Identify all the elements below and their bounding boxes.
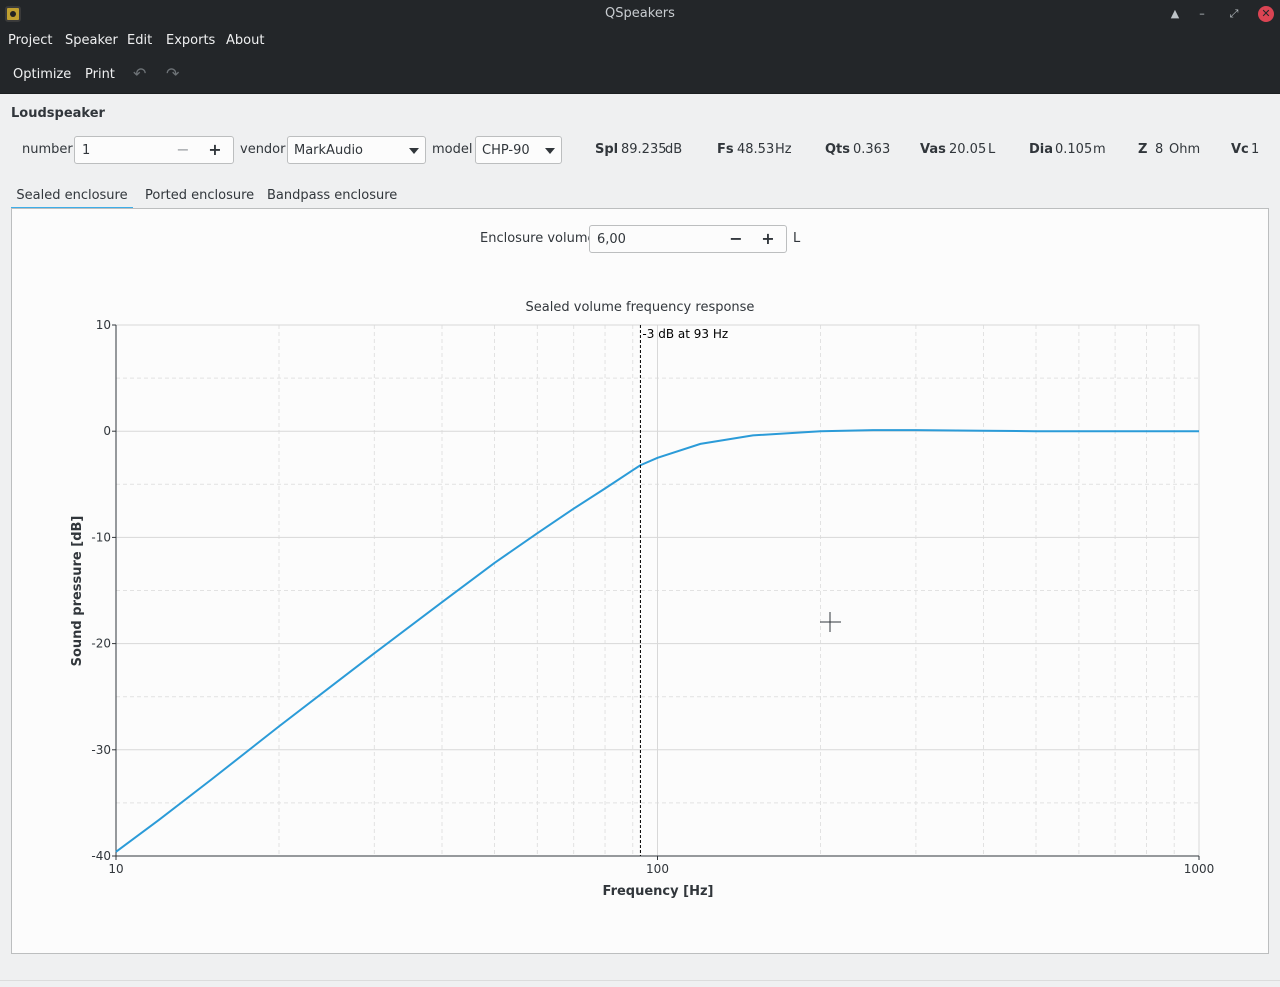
cutoff-annotation: -3 dB at 93 Hz [642, 327, 728, 341]
x-tick-label: 1000 [1184, 862, 1215, 876]
x-tick-label: 100 [646, 862, 669, 876]
y-tick-label: -20 [91, 637, 111, 651]
y-tick-label: 10 [96, 318, 111, 332]
x-tick-label: 10 [108, 862, 123, 876]
x-axis-label: Frequency [Hz] [603, 884, 714, 899]
frequency-response-chart[interactable]: 100-10-20-30-4010 100 1000 -3 dB at 93 Hz … [0, 0, 1280, 987]
status-bar [0, 980, 1280, 987]
chart-title: Sealed volume frequency response [526, 300, 755, 315]
y-tick-label: 0 [103, 424, 111, 438]
y-tick-label: -30 [91, 743, 111, 757]
y-tick-label: -10 [91, 530, 111, 544]
y-tick-label: -40 [91, 849, 111, 863]
y-axis-label: Sound pressure [dB] [70, 516, 85, 667]
